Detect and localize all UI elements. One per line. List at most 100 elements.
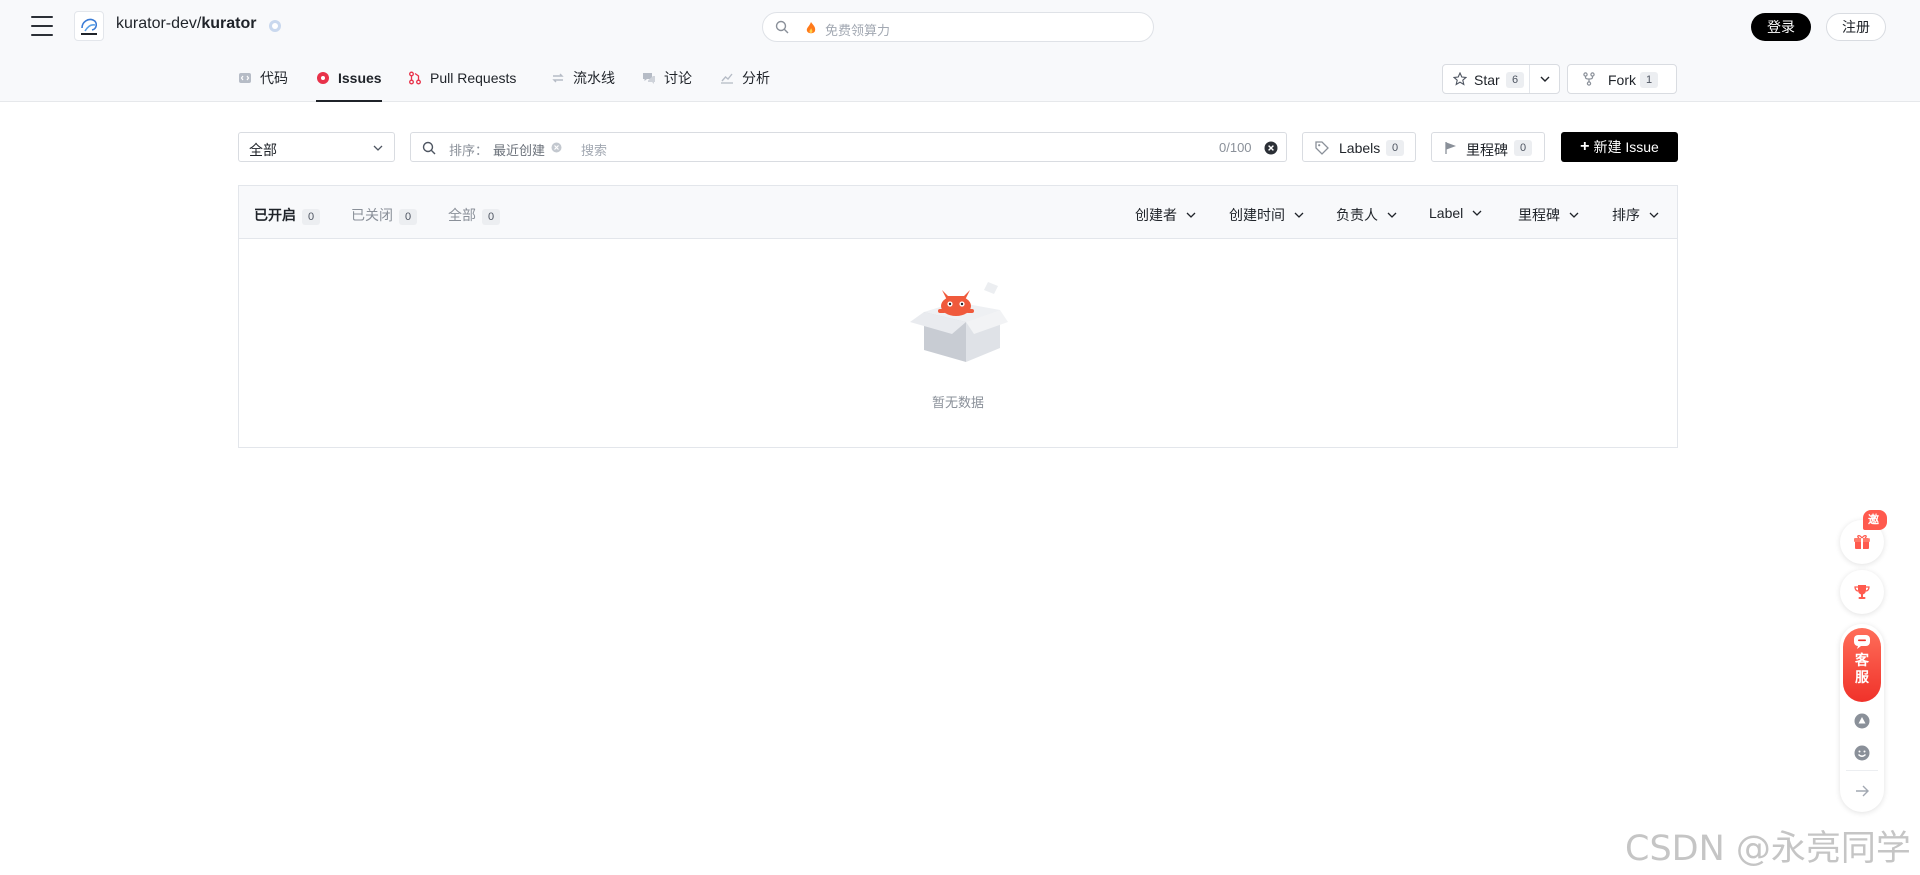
repo-nav: 代码 Issues Pull Requests 流水线 讨论 分析 Star 6 xyxy=(0,54,1920,102)
filter-created-time[interactable]: 创建时间 xyxy=(1229,205,1305,225)
repo-name[interactable]: kurator xyxy=(201,15,256,32)
empty-box-icon xyxy=(910,282,1008,362)
top-header: kurator-dev/kurator 免费领算力 登录 注册 xyxy=(0,0,1920,54)
arrow-right-icon[interactable] xyxy=(1853,782,1871,800)
new-issue-label: 新建 Issue xyxy=(1593,139,1659,155)
repo-logo[interactable] xyxy=(74,11,104,41)
discussion-icon xyxy=(643,73,655,84)
feedback-icon[interactable] xyxy=(1853,712,1871,730)
service-label-2: 服 xyxy=(1855,669,1869,685)
customer-service-button[interactable]: 客 服 xyxy=(1843,628,1881,702)
tab-discussion-label: 讨论 xyxy=(664,70,692,86)
state-tab-closed[interactable]: 已关闭 0 xyxy=(351,205,417,225)
remove-sort-icon[interactable] xyxy=(551,142,562,153)
register-button[interactable]: 注册 xyxy=(1826,13,1886,41)
filter-creator[interactable]: 创建者 xyxy=(1135,205,1197,225)
tab-pull-requests-label: Pull Requests xyxy=(430,70,517,86)
tab-code[interactable]: 代码 xyxy=(238,54,288,102)
filter-label-label: Label xyxy=(1429,205,1464,221)
state-closed-label: 已关闭 xyxy=(351,207,393,223)
labels-button-label: Labels xyxy=(1339,140,1381,156)
global-search-placeholder: 免费领算力 xyxy=(825,23,891,38)
chevron-down-icon xyxy=(373,145,383,151)
state-all-count: 0 xyxy=(482,209,500,225)
filter-milestone-label: 里程碑 xyxy=(1518,207,1560,223)
filter-sort[interactable]: 排序 xyxy=(1612,205,1660,225)
filter-label[interactable]: Label xyxy=(1429,205,1483,221)
star-divider xyxy=(1529,65,1530,93)
chat-icon xyxy=(1854,635,1870,649)
chevron-down-icon xyxy=(1186,212,1196,218)
code-icon xyxy=(239,73,251,83)
watermark: CSDN @永亮同学 xyxy=(1625,829,1911,869)
fork-icon xyxy=(1583,72,1595,86)
state-closed-count: 0 xyxy=(399,209,417,225)
state-all-label: 全部 xyxy=(448,207,476,223)
repo-title[interactable]: kurator-dev/kurator xyxy=(116,15,257,33)
fire-icon xyxy=(806,22,816,34)
repo-owner[interactable]: kurator-dev/ xyxy=(116,15,201,32)
service-column: 客 服 xyxy=(1840,624,1884,812)
sort-value: 最近创建 xyxy=(493,143,546,158)
menu-icon[interactable] xyxy=(31,16,53,36)
verified-icon xyxy=(269,20,281,32)
filter-assignee[interactable]: 负责人 xyxy=(1336,205,1398,225)
tab-discussion[interactable]: 讨论 xyxy=(642,54,692,102)
pull-request-icon xyxy=(409,71,421,85)
new-issue-button[interactable]: + 新建 Issue xyxy=(1561,132,1678,162)
service-label-1: 客 xyxy=(1855,652,1869,668)
milestone-button[interactable]: 里程碑 0 xyxy=(1431,132,1545,162)
state-open-label: 已开启 xyxy=(254,207,296,223)
tab-analytics-label: 分析 xyxy=(742,70,770,86)
chevron-down-icon xyxy=(1294,212,1304,218)
filter-creator-label: 创建者 xyxy=(1135,207,1177,223)
global-search-input[interactable]: 免费领算力 xyxy=(762,12,1154,42)
plus-icon: + xyxy=(1580,138,1590,155)
service-divider xyxy=(1846,770,1878,771)
chevron-down-icon[interactable] xyxy=(1539,73,1551,85)
tab-code-label: 代码 xyxy=(260,70,288,86)
fork-count: 1 xyxy=(1640,72,1658,88)
sort-label: 排序： xyxy=(449,143,489,158)
star-icon xyxy=(1453,72,1467,86)
filter-sort-label: 排序 xyxy=(1612,207,1640,223)
fork-button[interactable]: Fork 1 xyxy=(1567,64,1677,94)
page: kurator-dev/kurator 免费领算力 登录 注册 代码 Issue… xyxy=(0,0,1920,875)
tab-issues[interactable]: Issues xyxy=(316,54,382,102)
milestone-button-label: 里程碑 xyxy=(1466,142,1508,158)
tag-icon xyxy=(1315,141,1329,155)
search-icon xyxy=(422,141,436,155)
smile-icon[interactable] xyxy=(1853,744,1871,762)
filter-assignee-label: 负责人 xyxy=(1336,207,1378,223)
issues-panel-header: 已开启 0 已关闭 0 全部 0 创建者 创建时间 负责人 Label 里程碑 排序 xyxy=(239,186,1677,239)
issue-search-input[interactable]: 排序： 最近创建 搜索 0/100 xyxy=(410,132,1287,162)
labels-button[interactable]: Labels 0 xyxy=(1302,132,1416,162)
star-label: Star xyxy=(1474,72,1500,88)
chevron-down-icon xyxy=(1472,210,1482,216)
milestone-count: 0 xyxy=(1514,140,1532,156)
scope-select[interactable]: 全部 xyxy=(238,132,395,162)
invite-badge[interactable]: 邀请 xyxy=(1863,510,1887,546)
login-button[interactable]: 登录 xyxy=(1751,13,1811,41)
trophy-button[interactable] xyxy=(1840,570,1884,614)
filter-milestone[interactable]: 里程碑 xyxy=(1518,205,1580,225)
tab-pull-requests[interactable]: Pull Requests xyxy=(408,54,516,102)
milestone-icon xyxy=(1445,142,1456,154)
clear-search-icon[interactable] xyxy=(1264,141,1278,155)
analytics-icon xyxy=(721,73,733,84)
scope-select-value: 全部 xyxy=(249,142,277,158)
floating-toolbar: 邀请 客 服 xyxy=(1839,510,1887,813)
fork-label: Fork xyxy=(1608,72,1636,88)
tab-analytics[interactable]: 分析 xyxy=(720,54,770,102)
tab-pipeline[interactable]: 流水线 xyxy=(551,54,615,102)
issue-search-placeholder: 搜索 xyxy=(581,143,608,158)
pipeline-icon xyxy=(552,73,564,83)
star-button[interactable]: Star 6 xyxy=(1442,64,1560,94)
empty-state-text: 暂无数据 xyxy=(931,395,984,410)
state-tab-open[interactable]: 已开启 0 xyxy=(254,205,320,225)
state-tab-all[interactable]: 全部 0 xyxy=(448,205,500,225)
char-counter: 0/100 xyxy=(1219,140,1252,155)
trophy-icon xyxy=(1854,585,1870,599)
tab-pipeline-label: 流水线 xyxy=(573,70,615,86)
tab-issues-label: Issues xyxy=(338,70,382,86)
